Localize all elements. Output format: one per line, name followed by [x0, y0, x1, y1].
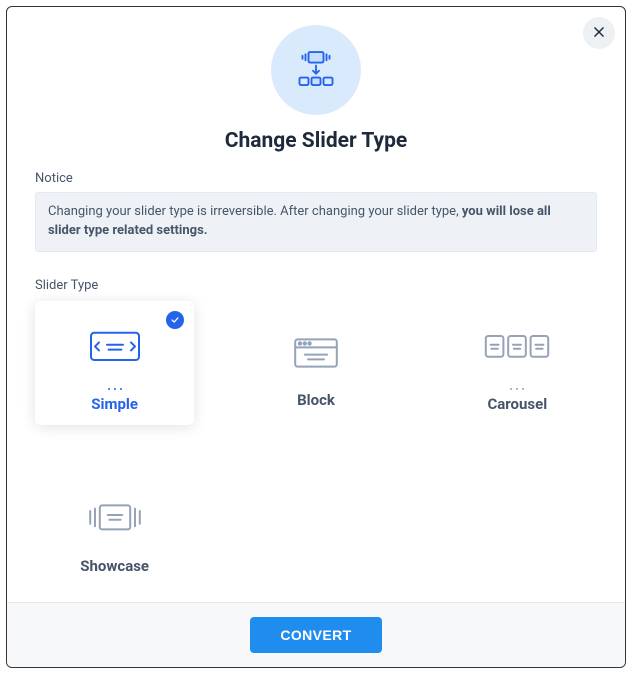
showcase-slider-icon [79, 491, 151, 547]
pagination-dots-icon [108, 388, 122, 391]
close-button[interactable] [583, 17, 615, 49]
slider-type-option-carousel[interactable]: Carousel [438, 301, 597, 425]
notice-label: Notice [35, 171, 597, 186]
selected-check-icon [166, 311, 184, 329]
pagination-dots-icon [510, 388, 524, 391]
slider-type-option-block[interactable]: Block [236, 301, 395, 425]
simple-slider-icon [83, 320, 147, 376]
slider-type-grid: Simple Block [35, 301, 597, 591]
change-type-icon [271, 25, 361, 115]
slider-type-option-showcase[interactable]: Showcase [35, 467, 194, 591]
notice-text: Changing your slider type is irreversibl… [48, 204, 462, 219]
slider-type-option-simple[interactable]: Simple [35, 301, 194, 425]
option-label: Block [297, 391, 335, 409]
modal-body: Change Slider Type Notice Changing your … [7, 7, 625, 602]
carousel-slider-icon [481, 320, 553, 376]
option-label: Simple [91, 395, 138, 413]
slider-type-label: Slider Type [35, 278, 597, 293]
modal-title: Change Slider Type [225, 129, 408, 153]
notice-box: Changing your slider type is irreversibl… [35, 192, 597, 252]
option-label: Showcase [80, 557, 149, 575]
close-icon [592, 24, 606, 43]
option-label: Carousel [487, 395, 547, 413]
modal-footer: CONVERT [7, 602, 625, 667]
change-slider-type-modal: Change Slider Type Notice Changing your … [6, 6, 626, 668]
block-slider-icon [284, 325, 348, 381]
convert-button[interactable]: CONVERT [250, 617, 381, 653]
modal-header: Change Slider Type [35, 25, 597, 153]
